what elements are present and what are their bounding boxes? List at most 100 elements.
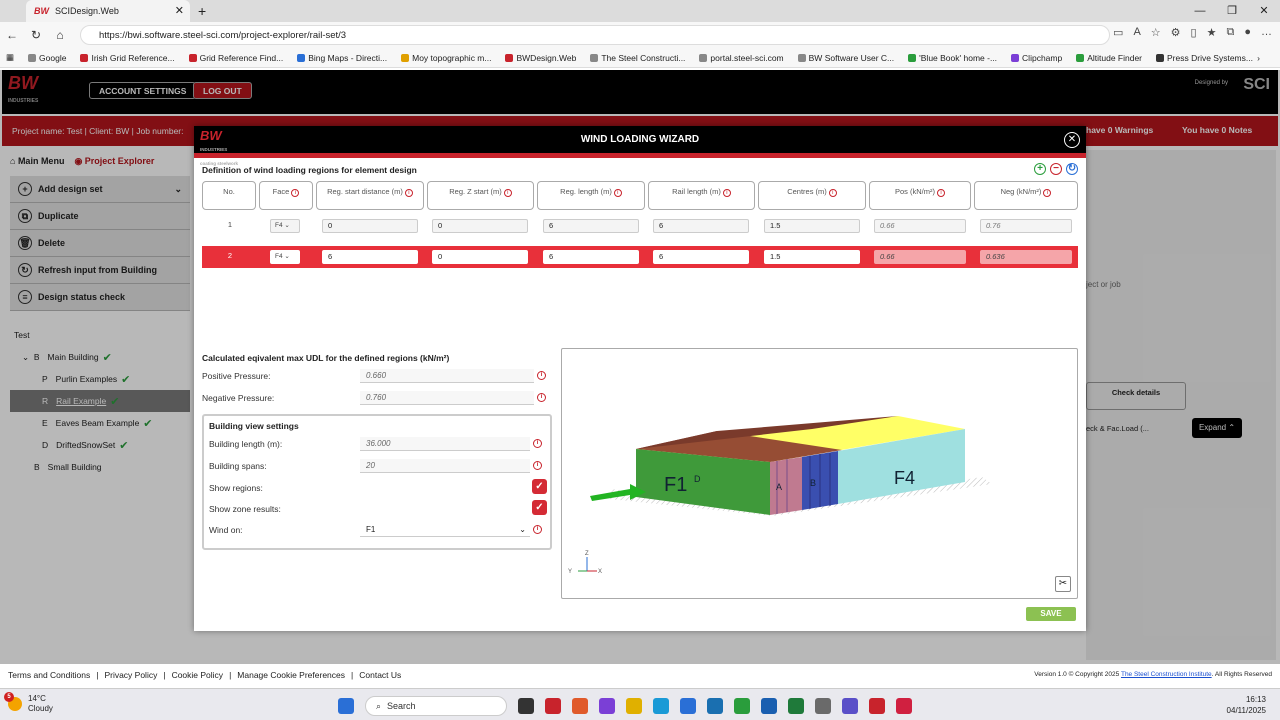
footer-link-cookie[interactable]: Cookie Policy bbox=[172, 670, 224, 680]
bookmark[interactable]: Grid Reference Find... bbox=[188, 53, 283, 63]
home-icon[interactable]: ⌂ bbox=[48, 28, 72, 42]
modal-stripe bbox=[194, 153, 1086, 158]
site-favicon: BW bbox=[34, 6, 49, 16]
neg-value: 0.76 bbox=[980, 219, 1072, 233]
rail-input[interactable]: 6 bbox=[653, 250, 749, 264]
back-icon[interactable]: ← bbox=[0, 28, 24, 42]
bookmark[interactable]: The Steel Constructi... bbox=[590, 53, 685, 63]
app-icon[interactable] bbox=[896, 698, 912, 714]
face-select[interactable]: F4 ⌄ bbox=[270, 250, 300, 264]
bookmark[interactable]: Google bbox=[28, 53, 66, 63]
app-icon[interactable] bbox=[599, 698, 615, 714]
teams-icon[interactable] bbox=[842, 698, 858, 714]
app-icon[interactable] bbox=[815, 698, 831, 714]
bookmark[interactable]: Clipchamp bbox=[1011, 53, 1062, 63]
col-header-face: Face i bbox=[259, 181, 313, 210]
table-row[interactable]: 1 F4 ⌄ 0 0 6 6 1.5 0.66 0.76 bbox=[202, 215, 1078, 237]
show-zone-checkbox[interactable]: ✓ bbox=[532, 500, 547, 515]
table-row-selected[interactable]: 2 F4 ⌄ 6 0 6 6 1.5 0.66 0.636 bbox=[202, 246, 1078, 268]
bookmark[interactable]: Irish Grid Reference... bbox=[80, 53, 175, 63]
more-menu-icon[interactable]: … bbox=[1261, 26, 1272, 39]
bookmark[interactable]: 'Blue Book' home -... bbox=[908, 53, 997, 63]
start-input[interactable]: 0 bbox=[322, 219, 418, 233]
bookmark[interactable]: Press Drive Systems... bbox=[1156, 53, 1253, 63]
task-view-icon[interactable] bbox=[518, 698, 534, 714]
favorite-star-icon[interactable]: ☆ bbox=[1151, 26, 1161, 39]
bookmarks-app-icon[interactable]: ▦ bbox=[6, 52, 14, 63]
bookmark[interactable]: Bing Maps - Directi... bbox=[297, 53, 387, 63]
section-title: Definition of wind loading regions for e… bbox=[202, 165, 417, 175]
info-icon[interactable]: i bbox=[537, 371, 546, 380]
minimize-icon[interactable]: — bbox=[1184, 0, 1216, 22]
sci-link[interactable]: The Steel Construction Institute bbox=[1121, 671, 1212, 678]
zstart-input[interactable]: 0 bbox=[432, 250, 528, 264]
info-icon[interactable]: i bbox=[533, 461, 542, 470]
bookmark[interactable]: Altitude Finder bbox=[1076, 53, 1142, 63]
close-icon[interactable]: ✕ bbox=[1064, 132, 1080, 148]
extensions-icon[interactable]: ⚙ bbox=[1171, 26, 1181, 39]
svg-text:Z: Z bbox=[585, 551, 589, 557]
chrome-icon[interactable] bbox=[734, 698, 750, 714]
close-window-icon[interactable]: ✕ bbox=[1248, 0, 1280, 22]
zstart-input[interactable]: 0 bbox=[432, 219, 528, 233]
bookmark[interactable]: BW Software User C... bbox=[797, 53, 894, 63]
acrobat-icon[interactable] bbox=[869, 698, 885, 714]
app-icon[interactable] bbox=[707, 698, 723, 714]
taskbar-search[interactable]: ⌕ Search bbox=[365, 696, 507, 716]
show-regions-checkbox[interactable]: ✓ bbox=[532, 479, 547, 494]
start-icon[interactable] bbox=[338, 698, 354, 714]
bookmark[interactable]: Moy topographic m... bbox=[401, 53, 491, 63]
collections-icon[interactable]: ⧉ bbox=[1226, 26, 1234, 39]
add-row-icon[interactable]: + bbox=[1034, 163, 1046, 175]
refresh-icon[interactable]: ↻ bbox=[24, 28, 48, 42]
footer-link-terms[interactable]: Terms and Conditions bbox=[8, 670, 90, 680]
weather-widget[interactable]: 5 14°C Cloudy bbox=[4, 692, 53, 714]
read-mode-icon[interactable]: ▭ bbox=[1113, 26, 1123, 39]
remove-row-icon[interactable]: − bbox=[1050, 163, 1062, 175]
maximize-icon[interactable]: ❐ bbox=[1216, 0, 1248, 22]
negative-pressure-value: 0.760 bbox=[360, 391, 534, 405]
building-3d-viewer[interactable]: F1 D A B F4 Z Y X ✂ bbox=[561, 348, 1078, 599]
footer-link-contact[interactable]: Contact Us bbox=[359, 670, 401, 680]
centres-input[interactable]: 1.5 bbox=[764, 219, 860, 233]
store-icon[interactable] bbox=[680, 698, 696, 714]
svg-text:X: X bbox=[598, 569, 602, 575]
footer-link-privacy[interactable]: Privacy Policy bbox=[104, 670, 157, 680]
start-input[interactable]: 6 bbox=[322, 250, 418, 264]
length-input[interactable]: 6 bbox=[543, 219, 639, 233]
wind-on-select[interactable]: F1 ⌄ bbox=[360, 523, 530, 537]
face-select[interactable]: F4 ⌄ bbox=[270, 219, 300, 233]
building-length-label: Building length (m): bbox=[209, 439, 283, 449]
edge-icon[interactable] bbox=[653, 698, 669, 714]
browser-tab[interactable]: BW SCIDesign.Web ✕ bbox=[26, 0, 190, 22]
excel-icon[interactable] bbox=[788, 698, 804, 714]
app-icon[interactable] bbox=[572, 698, 588, 714]
system-clock[interactable]: 16:13 04/11/2025 bbox=[1227, 694, 1266, 716]
reset-icon[interactable]: ↻ bbox=[1066, 163, 1078, 175]
close-tab-icon[interactable]: ✕ bbox=[175, 4, 184, 17]
bookmark[interactable]: BWDesign.Web bbox=[505, 53, 576, 63]
split-screen-icon[interactable]: ▯ bbox=[1191, 26, 1197, 39]
profile-avatar[interactable]: ● bbox=[1244, 26, 1251, 39]
bookmark[interactable]: portal.steel-sci.com bbox=[699, 53, 784, 63]
new-tab-icon[interactable]: + bbox=[198, 3, 206, 19]
favorites-icon[interactable]: ★ bbox=[1207, 26, 1217, 39]
info-icon: i bbox=[613, 189, 622, 197]
bookmarks-overflow-icon[interactable]: › bbox=[1257, 53, 1260, 63]
file-explorer-icon[interactable] bbox=[626, 698, 642, 714]
info-icon[interactable]: i bbox=[533, 525, 542, 534]
info-icon[interactable]: i bbox=[533, 439, 542, 448]
app-icon[interactable] bbox=[545, 698, 561, 714]
wind-on-label: Wind on: bbox=[209, 525, 243, 535]
footer-link-manage-cookies[interactable]: Manage Cookie Preferences bbox=[237, 670, 345, 680]
centres-input[interactable]: 1.5 bbox=[764, 250, 860, 264]
length-input[interactable]: 6 bbox=[543, 250, 639, 264]
save-button[interactable]: SAVE bbox=[1026, 607, 1076, 621]
info-icon[interactable]: i bbox=[537, 393, 546, 402]
read-aloud-icon[interactable]: A bbox=[1133, 26, 1140, 39]
info-icon: i bbox=[404, 189, 413, 197]
rail-input[interactable]: 6 bbox=[653, 219, 749, 233]
scissors-icon[interactable]: ✂ bbox=[1055, 576, 1071, 592]
url-input[interactable]: https://bwi.software.steel-sci.com/proje… bbox=[80, 25, 1110, 45]
outlook-icon[interactable] bbox=[761, 698, 777, 714]
